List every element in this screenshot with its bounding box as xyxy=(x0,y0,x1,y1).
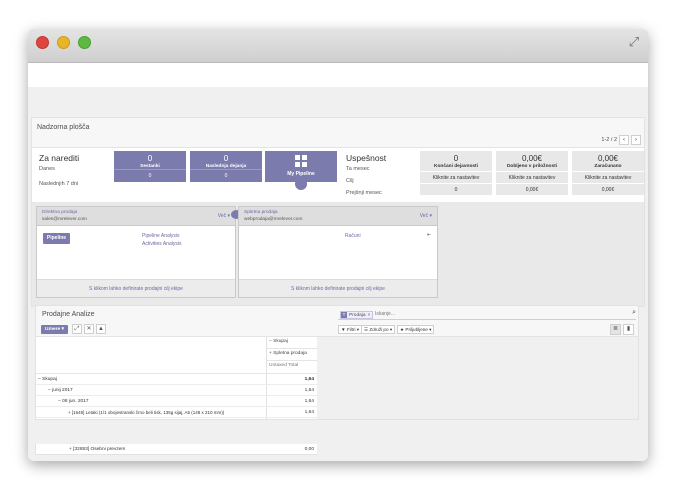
sales-analysis-panel: Prodajne Analize Izmere ▾ ⤢ ✕ ▲ T Prodaj… xyxy=(35,305,639,420)
metric-activities-prev: 0 xyxy=(420,183,492,195)
success-prev-month: Prejšnji mesec xyxy=(346,190,382,196)
measures-button[interactable]: Izmere ▾ xyxy=(41,325,68,334)
metric-won-label: Dobljeno v priložnosti xyxy=(506,164,558,169)
dashboard-header: Nadzorna plošča 1-2 / 2 ‹ › xyxy=(32,118,644,148)
team-card-header: Direktna prodaja sales@mrelever.com Več … xyxy=(37,207,235,226)
kpi-next-actions-bottom[interactable]: 0 xyxy=(190,169,262,182)
app-window: ⤢ Nadzorna plošča 1-2 / 2 ‹ › Za naredit… xyxy=(28,29,648,461)
top-bar xyxy=(28,63,648,87)
team-more-dropdown[interactable]: Več ▾ xyxy=(420,213,432,219)
todo-next-7-days: Naslednjih 7 dni xyxy=(39,181,79,187)
kpi-next-actions-value: 0 xyxy=(223,154,229,163)
pipeline-analysis-link[interactable]: Pipeline Analysis xyxy=(142,233,180,239)
flip-axis-icon[interactable]: ✕ xyxy=(84,324,94,334)
team-target-footer[interactable]: S klikom lahko definirate prodajni cilj … xyxy=(37,279,235,297)
close-window-button[interactable] xyxy=(36,36,49,49)
team-card-direct-sales: Direktna prodaja sales@mrelever.com Več … xyxy=(36,206,236,298)
metric-won-prev: 0,00€ xyxy=(496,183,568,195)
team-target-footer[interactable]: S klikom lahko definirate prodajni cilj … xyxy=(239,279,437,297)
metric-activities-value: 0 xyxy=(453,154,459,163)
pivot-empty-area xyxy=(317,337,638,419)
team-more-dropdown[interactable]: Več ▾ xyxy=(218,213,230,219)
filters-button[interactable]: ▼ Filtri ▾ xyxy=(338,325,363,334)
metric-invoiced-set-target[interactable]: Kliknite za nastavitev xyxy=(572,171,644,183)
my-pipeline-label: My Pipeline xyxy=(287,171,315,177)
dashboard-title: Nadzorna plošča xyxy=(37,124,90,131)
team-name[interactable]: Spletna prodaja xyxy=(244,210,278,215)
kpi-meetings-value: 0 xyxy=(147,154,153,163)
minimize-window-button[interactable] xyxy=(57,36,70,49)
metric-invoiced: 0,00€ Zaračunano Kliknite za nastavitev … xyxy=(572,151,644,195)
team-email: sales@mrelever.com xyxy=(42,217,87,222)
table-row[interactable]: − 08 jun. 2017 1,64 xyxy=(36,396,317,407)
metric-invoiced-prev: 0,00€ xyxy=(572,183,644,195)
app-content: Nadzorna plošča 1-2 / 2 ‹ › Za narediti … xyxy=(28,63,648,461)
success-target: Cilj xyxy=(346,178,354,184)
group-by-button[interactable]: ☰ Združi po ▾ xyxy=(361,325,396,334)
search-facet: T Prodaja × xyxy=(340,311,374,319)
pivot-header-measure: Untaxed Total xyxy=(269,363,299,368)
pivot-header-total[interactable]: − Skupaj xyxy=(269,339,288,344)
success-title: Uspešnost xyxy=(346,153,387,163)
pivot-view-icon[interactable]: ≣ xyxy=(610,324,621,335)
metric-activities-set-target[interactable]: Kliknite za nastavitev xyxy=(420,171,492,183)
search-input[interactable]: Iskanje... xyxy=(375,311,395,317)
invoices-link[interactable]: Računi xyxy=(345,233,361,239)
pipeline-handle[interactable] xyxy=(295,178,307,190)
metric-won-value: 0,00€ xyxy=(521,154,543,163)
analysis-header: Prodajne Analize Izmere ▾ ⤢ ✕ ▲ T Prodaj… xyxy=(36,306,638,337)
kpi-meetings[interactable]: 0 Sestanki 0 xyxy=(114,151,186,182)
team-card-web-sales: Spletna prodaja webprodaja@mrelever.com … xyxy=(238,206,438,298)
grid-icon xyxy=(295,155,307,167)
team-pipeline-button[interactable]: Pipeline xyxy=(43,233,70,244)
pager-next-button[interactable]: › xyxy=(631,134,641,145)
table-row[interactable]: − Skupaj 1,64 xyxy=(36,374,317,385)
maximize-window-button[interactable] xyxy=(78,36,91,49)
team-email: webprodaja@mrelever.com xyxy=(244,217,303,222)
expand-all-icon[interactable]: ⤢ xyxy=(72,324,82,334)
pivot-header-web-sales[interactable]: + Spletna prodaja xyxy=(269,351,307,356)
search-facet-label: Prodaja xyxy=(349,312,366,318)
pager: 1-2 / 2 ‹ › xyxy=(601,134,641,145)
pager-value: 1-2 / 2 xyxy=(601,136,617,143)
fullscreen-icon[interactable]: ⤢ xyxy=(626,34,642,50)
metric-activities-label: Končani dejavnosti xyxy=(434,164,478,169)
favorites-button[interactable]: ★ Priljubljene ▾ xyxy=(397,325,435,334)
activities-analysis-link[interactable]: Activities Analysis xyxy=(142,241,181,247)
download-icon[interactable]: ▲ xyxy=(96,324,106,334)
todo-title: Za narediti xyxy=(39,153,80,163)
team-name[interactable]: Direktna prodaja xyxy=(42,210,77,215)
graph-view-icon[interactable]: ▮ xyxy=(623,324,634,335)
table-row[interactable]: − junij 2017 1,64 xyxy=(36,385,317,396)
metric-won: 0,00€ Dobljeno v priložnosti Kliknite za… xyxy=(496,151,568,195)
pager-prev-button[interactable]: ‹ xyxy=(619,134,629,145)
filter-tag-icon: T xyxy=(341,312,347,318)
search-icon[interactable]: ⌕ xyxy=(632,309,636,317)
window-titlebar: ⤢ xyxy=(28,29,648,63)
remove-facet-icon[interactable]: × xyxy=(368,313,371,318)
kpi-next-actions[interactable]: 0 Naslednja dejanja 0 xyxy=(190,151,262,182)
metric-won-set-target[interactable]: Kliknite za nastavitev xyxy=(496,171,568,183)
pivot-table: − Skupaj + Spletna prodaja Untaxed Total… xyxy=(36,337,638,419)
metric-invoiced-value: 0,00€ xyxy=(597,154,619,163)
table-row[interactable]: + [1646] Letaki (1/1 obojestranski črno … xyxy=(36,407,317,418)
dashboard-panel: Nadzorna plošča 1-2 / 2 ‹ › Za narediti … xyxy=(31,117,645,307)
search-bar[interactable]: T Prodaja × Iskanje... ⌕ xyxy=(338,309,636,320)
table-row[interactable]: + [32853] Osebni prevzem 0,00 xyxy=(35,444,317,455)
todo-today: Danes xyxy=(39,166,55,172)
success-this-month: Ta mesec xyxy=(346,166,370,172)
collapse-icon[interactable]: ⇤ xyxy=(427,232,431,238)
team-card-header: Spletna prodaja webprodaja@mrelever.com … xyxy=(239,207,437,226)
metric-invoiced-label: Zaračunano xyxy=(594,164,622,169)
metric-activities: 0 Končani dejavnosti Kliknite za nastavi… xyxy=(420,151,492,195)
analysis-title: Prodajne Analize xyxy=(42,311,95,318)
kpi-meetings-bottom[interactable]: 0 xyxy=(114,169,186,182)
